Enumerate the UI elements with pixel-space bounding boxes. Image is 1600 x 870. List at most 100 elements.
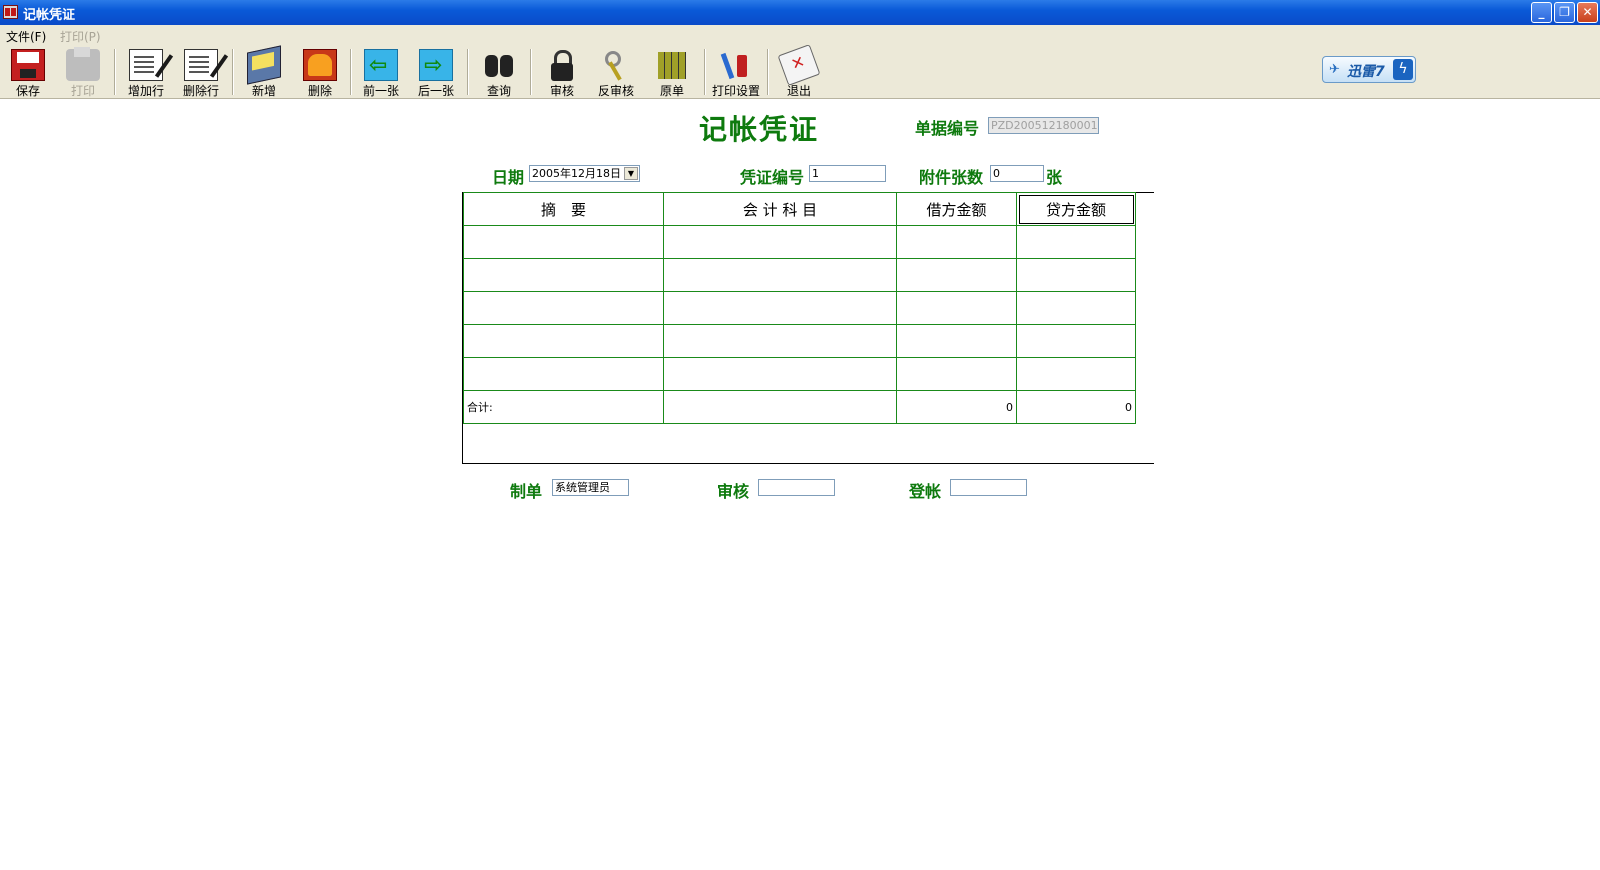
debit-total: 0 <box>896 390 1017 424</box>
summary-cell[interactable] <box>463 291 664 325</box>
grid-header-row: 摘 要 会 计 科 目 借方金额 贷方金额 <box>463 192 1136 226</box>
table-row <box>463 258 1136 292</box>
doc-no-label: 单据编号 <box>915 119 980 138</box>
maker-field[interactable]: 系统管理员 <box>552 479 629 496</box>
voucher-grid: 摘 要 会 计 科 目 借方金额 贷方金额 合计: 0 0 <box>463 192 1136 424</box>
delete-button[interactable]: 删除 <box>294 48 346 98</box>
print-button[interactable]: 打印 <box>57 47 109 98</box>
app-book-icon <box>3 5 18 19</box>
summary-cell[interactable] <box>463 324 664 358</box>
delete-row-label: 删除行 <box>182 84 219 98</box>
toolbar-separator <box>704 49 706 95</box>
table-row <box>463 324 1136 358</box>
new-button[interactable]: 新增 <box>238 45 290 98</box>
credit-cell[interactable] <box>1016 258 1136 292</box>
exit-door-icon <box>777 44 821 86</box>
total-label: 合计: <box>463 390 664 424</box>
next-button[interactable]: ⇨ 后一张 <box>410 48 462 98</box>
xunlei-label: 迅雷7 <box>1347 64 1385 80</box>
add-row-label: 增加行 <box>127 84 164 98</box>
exit-button[interactable]: 退出 <box>773 44 825 98</box>
summary-cell[interactable] <box>463 258 664 292</box>
poster-label: 登帐 <box>909 482 942 501</box>
debit-cell[interactable] <box>896 291 1017 325</box>
minimize-button[interactable]: _ <box>1531 2 1552 23</box>
toolbar-separator <box>530 49 532 95</box>
padlock-icon <box>545 49 579 81</box>
window-title: 记帐凭证 <box>23 8 76 23</box>
original-button[interactable]: 原单 <box>646 48 698 98</box>
account-cell[interactable] <box>663 357 897 391</box>
close-button[interactable]: ✕ <box>1577 2 1598 23</box>
toolbar-separator <box>350 49 352 95</box>
new-record-icon <box>247 45 281 85</box>
delete-row-button[interactable]: 删除行 <box>175 48 227 98</box>
header-summary[interactable]: 摘 要 <box>463 192 664 226</box>
voucher-no-input[interactable]: 1 <box>809 165 886 182</box>
lightning-icon: ϟ <box>1393 59 1413 80</box>
floppy-disk-icon <box>11 49 45 81</box>
account-cell[interactable] <box>663 291 897 325</box>
unaudit-button[interactable]: 反审核 <box>590 48 642 98</box>
date-picker[interactable]: 2005年12月18日 ▼ <box>529 165 640 182</box>
credit-cell[interactable] <box>1016 291 1136 325</box>
xunlei-badge[interactable]: ✈ 迅雷7 ϟ <box>1322 56 1416 83</box>
account-cell[interactable] <box>663 225 897 259</box>
auditor-field[interactable] <box>758 479 835 496</box>
header-credit[interactable]: 贷方金额 <box>1016 192 1136 226</box>
query-label: 查询 <box>486 84 511 98</box>
credit-cell[interactable] <box>1016 225 1136 259</box>
original-label: 原单 <box>659 84 684 98</box>
header-debit[interactable]: 借方金额 <box>896 192 1017 226</box>
debit-cell[interactable] <box>896 324 1017 358</box>
audit-button[interactable]: 审核 <box>536 48 588 98</box>
edit-document-icon <box>129 49 163 81</box>
total-account-cell <box>663 390 897 424</box>
arrow-left-icon: ⇦ <box>364 49 398 81</box>
date-label: 日期 <box>492 168 525 187</box>
attach-unit-label: 张 <box>1046 168 1063 187</box>
credit-total: 0 <box>1016 390 1136 424</box>
summary-cell[interactable] <box>463 357 664 391</box>
poster-field[interactable] <box>950 479 1027 496</box>
chevron-down-icon[interactable]: ▼ <box>624 167 638 180</box>
bird-icon: ✈ <box>1329 62 1340 77</box>
debit-cell[interactable] <box>896 258 1017 292</box>
printer-icon <box>66 47 100 81</box>
erase-document-icon <box>184 49 218 81</box>
menu-file[interactable]: 文件(F) <box>6 28 46 45</box>
menu-print[interactable]: 打印(P) <box>60 28 101 45</box>
prev-button[interactable]: ⇦ 前一张 <box>355 48 407 98</box>
account-cell[interactable] <box>663 324 897 358</box>
toolbar-separator <box>232 49 234 95</box>
toolbar-separator <box>114 49 116 95</box>
toolbar-separator <box>767 49 769 95</box>
attach-count-input[interactable]: 0 <box>990 165 1044 182</box>
save-label: 保存 <box>15 84 40 98</box>
unaudit-label: 反审核 <box>597 84 634 98</box>
print-setup-button[interactable]: 打印设置 <box>710 48 762 98</box>
form-title: 记帐凭证 <box>699 113 820 146</box>
summary-cell[interactable] <box>463 225 664 259</box>
query-button[interactable]: 查询 <box>473 48 525 98</box>
print-label: 打印 <box>70 84 95 98</box>
restore-button[interactable]: ❐ <box>1554 2 1575 23</box>
credit-cell[interactable] <box>1016 357 1136 391</box>
debit-cell[interactable] <box>896 357 1017 391</box>
debit-cell[interactable] <box>896 225 1017 259</box>
table-row <box>463 225 1136 259</box>
binoculars-icon <box>482 49 516 81</box>
header-account[interactable]: 会 计 科 目 <box>663 192 897 226</box>
print-setup-label: 打印设置 <box>711 84 760 98</box>
credit-cell[interactable] <box>1016 324 1136 358</box>
burn-delete-icon <box>303 49 337 81</box>
keys-icon <box>599 49 633 81</box>
save-button[interactable]: 保存 <box>2 48 54 98</box>
voucher-no-label: 凭证编号 <box>740 168 805 187</box>
add-row-button[interactable]: 增加行 <box>120 48 172 98</box>
new-label: 新增 <box>251 84 276 98</box>
doc-no-field: PZD200512180001 <box>988 117 1099 134</box>
account-cell[interactable] <box>663 258 897 292</box>
table-row <box>463 357 1136 391</box>
total-row: 合计: 0 0 <box>463 390 1136 424</box>
